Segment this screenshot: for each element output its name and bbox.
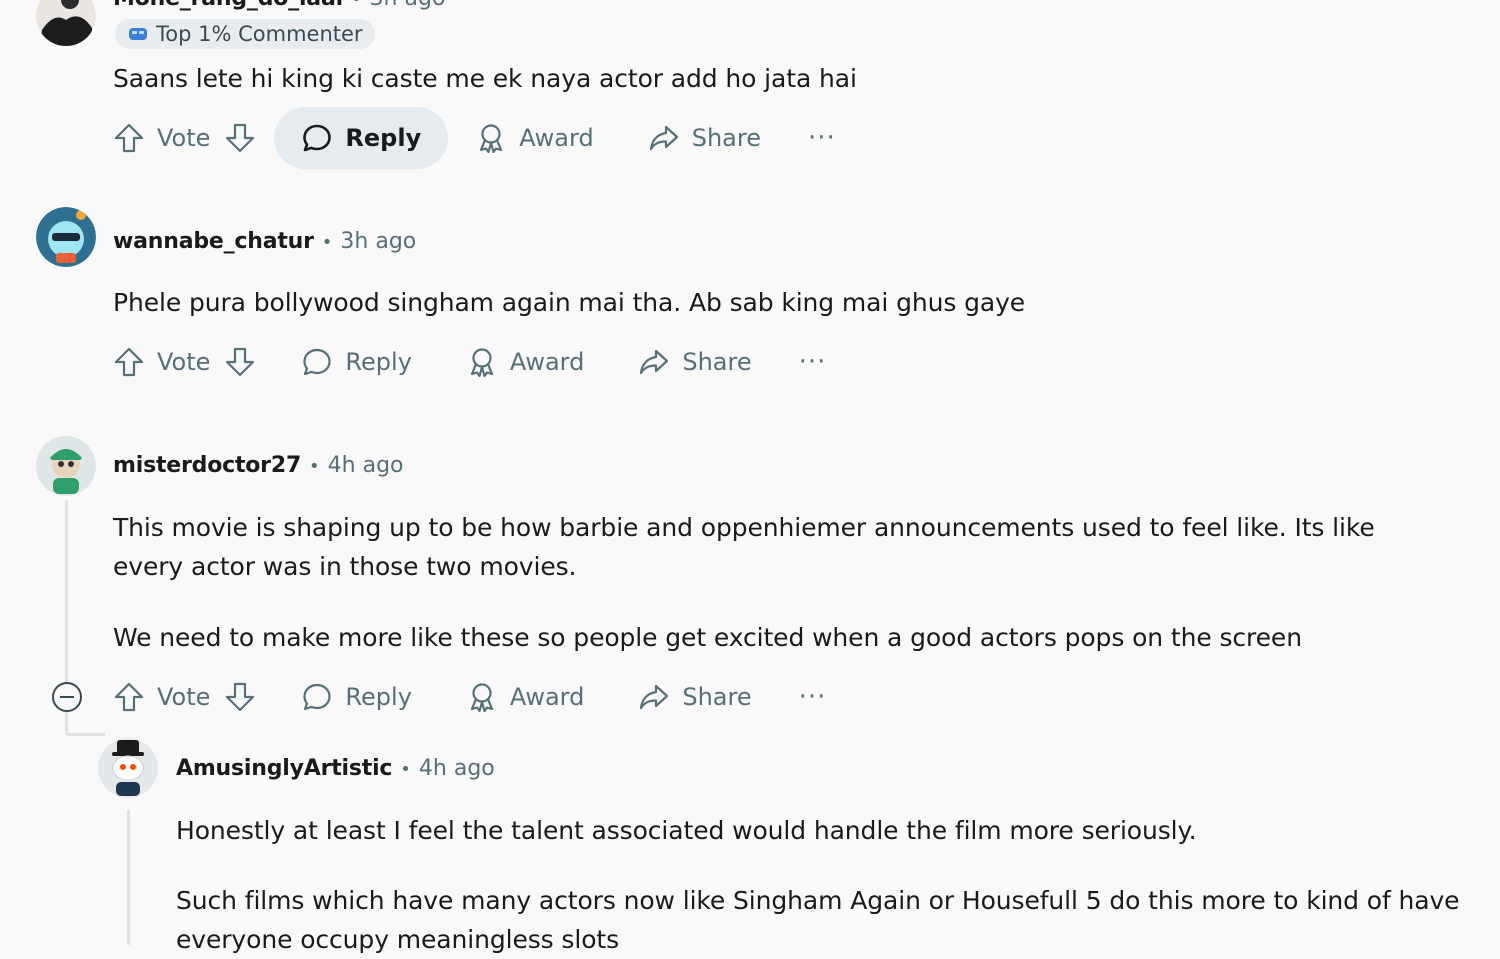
share-icon — [640, 684, 669, 710]
comment-actions: Vote Reply Award Share ··· — [113, 107, 856, 169]
reply-label: Reply — [345, 683, 412, 711]
commenter-flair-icon — [129, 28, 147, 40]
avatar-misterdoctor27[interactable] — [36, 436, 96, 496]
meta-separator: • — [309, 456, 320, 477]
award-button[interactable]: Award — [439, 666, 611, 728]
timestamp[interactable]: 3h ago — [340, 229, 416, 254]
award-label: Award — [519, 124, 594, 152]
comment-text: Saans lete hi king ki caste me ek naya a… — [113, 64, 857, 93]
award-button[interactable]: Award — [439, 331, 611, 393]
meta-separator: • — [321, 232, 333, 253]
share-button[interactable]: Share — [611, 331, 778, 393]
minus-icon — [60, 695, 74, 699]
share-label: Share — [682, 348, 752, 376]
comment-meta: AmusinglyArtistic • 4h ago — [176, 756, 495, 781]
thread-connector — [65, 733, 105, 736]
reply-button[interactable]: Reply — [274, 666, 438, 728]
avatar-image — [36, 207, 96, 267]
avatar-image — [36, 436, 96, 496]
comment-actions: Vote Reply Award Share ··· — [113, 666, 846, 728]
upvote-icon[interactable] — [113, 122, 145, 154]
more-options-button[interactable]: ··· — [788, 123, 856, 153]
share-button[interactable]: Share — [611, 666, 778, 728]
reply-label: Reply — [345, 348, 412, 376]
author-name[interactable]: wannabe_chatur — [113, 229, 314, 254]
upvote-icon[interactable] — [113, 346, 145, 378]
reply-bubble-icon — [303, 683, 332, 711]
vote-group: Vote — [113, 681, 256, 713]
downvote-icon[interactable] — [224, 346, 256, 378]
reply-label: Reply — [345, 124, 422, 152]
comment-text: We need to make more like these so peopl… — [113, 623, 1302, 652]
award-icon — [470, 348, 493, 378]
vote-count: Vote — [157, 348, 211, 376]
avatar-wannabe-chatur[interactable] — [36, 207, 96, 267]
comment-text: Such films which have many actors now li… — [176, 886, 1460, 954]
comment-meta: wannabe_chatur • 3h ago — [113, 229, 416, 254]
timestamp[interactable]: 4h ago — [419, 756, 495, 781]
reply-bubble-icon — [303, 348, 332, 376]
upvote-icon[interactable] — [113, 681, 145, 713]
timestamp[interactable]: 4h ago — [328, 453, 404, 478]
vote-group: Vote — [113, 346, 256, 378]
reply-bubble-icon — [303, 124, 332, 152]
author-name[interactable]: Mone_rang_do_laal — [113, 0, 343, 11]
share-button[interactable]: Share — [621, 107, 788, 169]
comment-text: Phele pura bollywood singham again mai t… — [113, 288, 1026, 317]
comment-text: This movie is shaping up to be how barbi… — [113, 513, 1375, 581]
more-options-button[interactable]: ··· — [779, 682, 847, 712]
vote-group: Vote — [113, 122, 256, 154]
avatar-image — [98, 738, 158, 798]
award-label: Award — [509, 348, 585, 376]
downvote-icon[interactable] — [224, 681, 256, 713]
timestamp[interactable]: 3h ago — [370, 0, 446, 11]
thread-line[interactable] — [127, 810, 130, 945]
avatar-mone-rang-do-laal[interactable] — [36, 0, 96, 46]
badge-label: Top 1% Commenter — [156, 22, 363, 46]
meta-separator: • — [400, 759, 411, 780]
award-icon — [470, 683, 493, 713]
comment-actions: Vote Reply Award Share ··· — [113, 331, 846, 393]
collapse-thread-button[interactable] — [52, 682, 82, 712]
award-label: Award — [509, 683, 585, 711]
share-icon — [640, 349, 669, 375]
avatar-amusinglyartistic[interactable] — [98, 738, 158, 798]
comment-meta: misterdoctor27 • 4h ago — [113, 453, 404, 478]
reply-button[interactable]: Reply — [274, 331, 438, 393]
downvote-icon[interactable] — [224, 122, 256, 154]
vote-count: Vote — [157, 124, 211, 152]
award-icon — [480, 124, 503, 154]
share-label: Share — [691, 124, 761, 152]
author-name[interactable]: misterdoctor27 — [113, 453, 301, 478]
more-options-button[interactable]: ··· — [779, 347, 847, 377]
vote-count: Vote — [157, 683, 211, 711]
meta-separator: • — [351, 0, 362, 10]
avatar-image — [36, 0, 96, 46]
share-icon — [649, 125, 678, 151]
comment-text: Honestly at least I feel the talent asso… — [176, 816, 1197, 845]
top-commenter-badge[interactable]: Top 1% Commenter — [115, 19, 375, 49]
share-label: Share — [682, 683, 752, 711]
author-name[interactable]: AmusinglyArtistic — [176, 756, 392, 781]
comment-meta: Mone_rang_do_laal • 3h ago — [113, 0, 445, 11]
award-button[interactable]: Award — [448, 107, 620, 169]
reply-button[interactable]: Reply — [274, 107, 449, 169]
